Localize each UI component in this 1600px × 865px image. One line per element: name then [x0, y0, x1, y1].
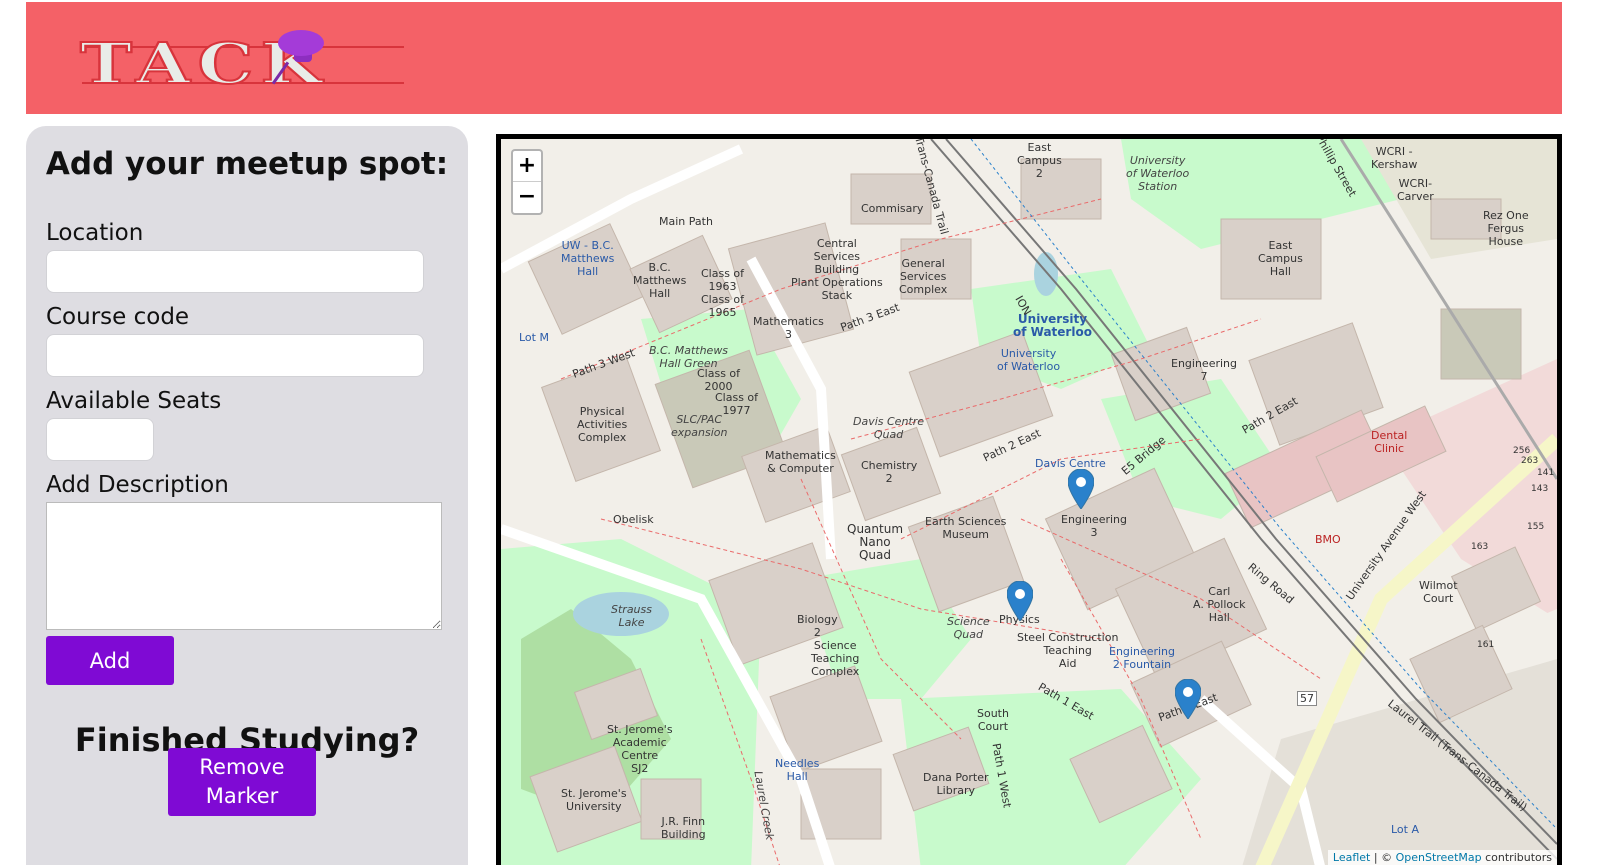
map-label: BMO [1315, 533, 1341, 546]
map-label: 143 [1531, 484, 1549, 494]
remove-marker-button[interactable]: Remove Marker [168, 748, 316, 816]
remove-button-line: Remove [199, 755, 285, 779]
remove-button-line: Marker [205, 784, 279, 808]
map-label: St. Jerome's Academic Centre SJ2 [607, 723, 673, 775]
map-label: Rez One Fergus House [1483, 209, 1529, 248]
map-label: Main Path [659, 215, 713, 228]
map-label: Dana Porter Library [923, 771, 989, 797]
map-label: 256 [1513, 446, 1531, 456]
map-label: Steel Construction Teaching Aid [1017, 631, 1119, 670]
location-marker-icon[interactable] [1068, 469, 1094, 509]
attribution-tail: contributors [1481, 851, 1552, 864]
add-button[interactable]: Add [46, 636, 174, 685]
location-label: Location [46, 220, 144, 246]
available-seats-label: Available Seats [46, 388, 222, 414]
map-label: Chemistry 2 [861, 459, 918, 485]
app-header: TACK [26, 2, 1562, 114]
map-label: University of Waterloo [1013, 312, 1092, 339]
available-seats-input[interactable] [46, 418, 154, 461]
map-label: Quantum Nano Quad [847, 522, 904, 562]
map-label: UW - B.C. Matthews Hall [561, 239, 615, 278]
course-code-label: Course code [46, 304, 190, 330]
map-label: University of Waterloo Station [1126, 154, 1190, 193]
map-label: B.C. Matthews Hall [633, 261, 687, 300]
zoom-control: + − [511, 149, 543, 215]
map-attribution: Leaflet | © OpenStreetMap contributors [1327, 850, 1557, 865]
zoom-in-button[interactable]: + [513, 151, 541, 182]
zoom-out-button[interactable]: − [513, 182, 541, 213]
map-label: Engineering 7 [1171, 357, 1237, 383]
tack-logo[interactable]: TACK [79, 24, 410, 94]
map-label: General Services Complex [899, 257, 948, 296]
map-label: J.R. Finn Building [661, 815, 706, 841]
location-marker-icon[interactable] [1175, 679, 1201, 719]
map-label: 163 [1471, 542, 1489, 552]
map-label: Needles Hall [775, 757, 820, 783]
map-label: Obelisk [613, 513, 654, 526]
map-label: East Campus 2 [1017, 141, 1062, 180]
osm-link[interactable]: OpenStreetMap [1396, 851, 1482, 864]
meetup-form-panel: Add your meetup spot: Location Course co… [26, 126, 468, 865]
map-label: Science Teaching Complex [811, 639, 860, 678]
description-textarea[interactable] [46, 502, 442, 630]
map-label: Dental Clinic [1371, 429, 1408, 455]
leaflet-link[interactable]: Leaflet [1333, 851, 1370, 864]
map-label: Lot A [1391, 823, 1419, 836]
map-label: Commisary [861, 202, 924, 215]
map-label: 161 [1477, 640, 1495, 650]
map-label: St. Jerome's University [561, 787, 627, 813]
map-label: Class of 2000 [697, 367, 741, 393]
campus-map[interactable]: + − Main Path B.C. Matthews Hall UW - B.… [496, 134, 1562, 865]
map-label: Class of 1963 Class of 1965 [701, 267, 745, 319]
course-code-input[interactable] [46, 334, 424, 377]
map-label: WCRI- Carver [1397, 177, 1434, 203]
map-label: WCRI - Kershaw [1371, 145, 1418, 171]
location-input[interactable] [46, 250, 424, 293]
form-title: Add your meetup spot: [45, 146, 449, 182]
map-label: Carl A. Pollock Hall [1193, 585, 1246, 624]
map-label: Davis Centre Quad [853, 415, 925, 441]
map-label: South Court [977, 707, 1009, 733]
map-label: University of Waterloo [997, 347, 1061, 373]
map-label: Central Services Building Plant Operatio… [791, 237, 883, 302]
map-label: 57 [1297, 691, 1317, 706]
attribution-separator: | © [1370, 851, 1396, 864]
location-marker-icon[interactable] [1007, 581, 1033, 621]
description-label: Add Description [46, 472, 229, 498]
map-label: 141 [1537, 468, 1555, 478]
map-label: Physical Activities Complex [577, 405, 628, 444]
map-label: Strauss Lake [611, 603, 652, 629]
map-label: Engineering 3 [1061, 513, 1127, 539]
map-label: 155 [1527, 522, 1545, 532]
map-label: SLC/PAC expansion [671, 413, 728, 439]
map-label: Lot M [519, 331, 549, 344]
map-label: Wilmot Court [1419, 579, 1458, 605]
map-label: Mathematics & Computer [765, 449, 836, 475]
map-label: Biology 2 [797, 613, 838, 639]
map-label: Science Quad [947, 615, 990, 641]
pushpin-icon [278, 30, 324, 56]
map-label: Earth Sciences Museum [925, 515, 1007, 541]
map-label: Engineering 2 Fountain [1109, 645, 1175, 671]
map-label: East Campus Hall [1258, 239, 1303, 278]
map-label: Mathematics 3 [753, 315, 824, 341]
